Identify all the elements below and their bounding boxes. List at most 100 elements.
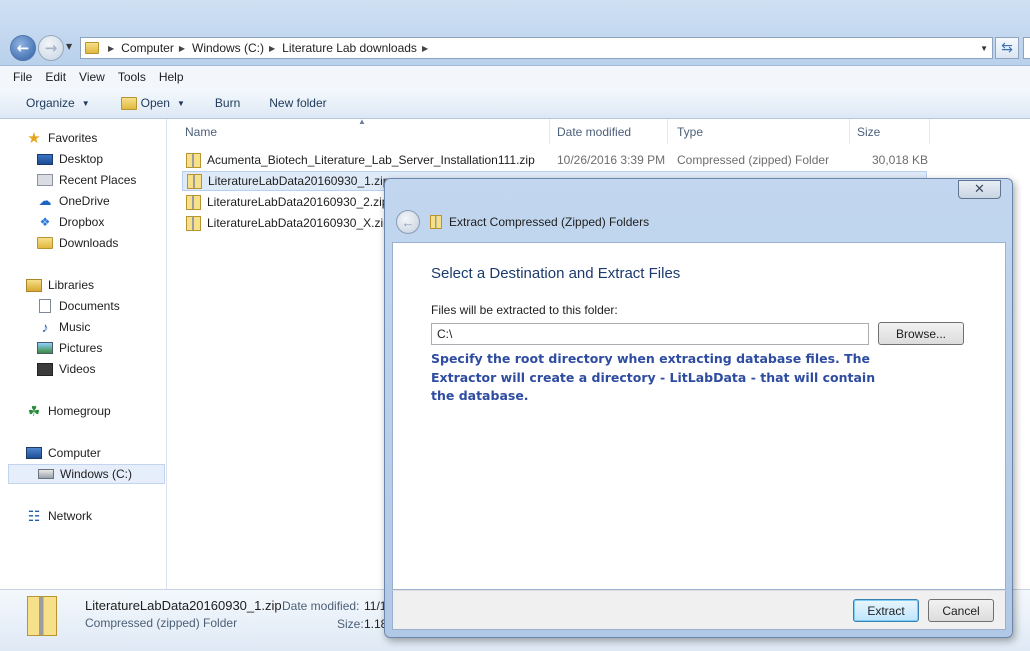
nav-item-pictures[interactable]: Pictures [37, 338, 102, 358]
nav-label: Computer [48, 446, 101, 460]
chevron-down-icon: ▼ [176, 98, 185, 108]
nav-label: Libraries [48, 278, 95, 292]
breadcrumb-computer[interactable]: Computer [121, 41, 174, 55]
nav-label: Favorites [48, 131, 98, 145]
details-filetype: Compressed (zipped) Folder [85, 616, 238, 630]
nav-computer[interactable]: Computer [26, 443, 101, 463]
dialog-header: ← Extract Compressed (Zipped) Folders [392, 202, 1006, 242]
breadcrumb-arrow-icon[interactable]: ▶ [422, 44, 428, 53]
zip-folder-icon [27, 596, 57, 636]
nav-item-onedrive[interactable]: ☁ OneDrive [37, 191, 110, 211]
nav-item-documents[interactable]: Documents [37, 296, 120, 316]
address-history-dropdown-icon[interactable]: ▼ [980, 44, 988, 53]
recent-pages-dropdown-icon[interactable]: ▼ [66, 42, 72, 51]
nav-item-recent-places[interactable]: Recent Places [37, 170, 136, 190]
dropbox-icon: ❖ [39, 215, 51, 229]
arrow-left-icon: ← [401, 214, 415, 230]
file-row[interactable]: Acumenta_Biotech_Literature_Lab_Server_I… [182, 150, 928, 170]
extract-button[interactable]: Extract [853, 599, 919, 622]
details-date-label: Date modified: [282, 599, 360, 613]
zip-folder-icon [187, 173, 202, 189]
menu-file[interactable]: File [13, 70, 32, 84]
column-label: Size [857, 124, 881, 139]
arrow-right-icon: → [44, 39, 58, 57]
open-button[interactable]: Open ▼ [120, 96, 185, 110]
nav-label: Dropbox [59, 215, 105, 229]
nav-label: Videos [59, 362, 96, 376]
open-label: Open [140, 96, 170, 110]
burn-button[interactable]: Burn [215, 96, 240, 110]
cancel-button[interactable]: Cancel [928, 599, 994, 622]
column-header-date[interactable]: Date modified [548, 119, 668, 144]
browse-button[interactable]: Browse... [878, 322, 964, 345]
hard-drive-icon [38, 469, 54, 479]
column-header-type[interactable]: Type [668, 119, 850, 144]
nav-homegroup[interactable]: ☘ Homegroup [26, 401, 111, 421]
nav-label: Documents [59, 299, 120, 313]
star-icon: ★ [27, 130, 41, 147]
nav-label: Homegroup [48, 404, 111, 418]
nav-item-desktop[interactable]: Desktop [37, 149, 103, 169]
dialog-content: Select a Destination and Extract Files F… [392, 242, 1006, 590]
menu-tools[interactable]: Tools [118, 70, 146, 84]
back-button[interactable]: ← [10, 35, 36, 61]
file-name: LiteratureLabData20160930_X.zip [207, 216, 390, 230]
new-folder-label: New folder [269, 96, 327, 110]
dialog-close-button[interactable]: ✕ [958, 180, 1001, 199]
nav-item-dropbox[interactable]: ❖ Dropbox [37, 212, 105, 232]
organize-button[interactable]: Organize ▼ [26, 96, 90, 110]
destination-path-input[interactable]: C:\ [431, 323, 869, 345]
search-input[interactable] [1023, 37, 1030, 59]
nav-item-downloads[interactable]: Downloads [37, 233, 118, 253]
nav-label: OneDrive [59, 194, 110, 208]
column-label: Name [185, 124, 218, 139]
zip-folder-icon [186, 215, 201, 231]
column-header-size[interactable]: Size [848, 119, 930, 144]
menu-help[interactable]: Help [159, 70, 184, 84]
file-type: Compressed (zipped) Folder [677, 153, 830, 167]
document-icon [39, 299, 51, 313]
nav-label: Windows (C:) [60, 467, 133, 481]
nav-label: Downloads [59, 236, 119, 250]
nav-libraries[interactable]: Libraries [26, 275, 94, 295]
cloud-icon: ☁ [38, 193, 52, 208]
command-bar: Organize ▼ Open ▼ Burn New folder [0, 88, 1030, 119]
address-toolbar: ← → ▼ ▶ Computer ▶ Windows (C:) ▶ Litera… [0, 0, 1030, 66]
breadcrumb-folder[interactable]: Literature Lab downloads [282, 41, 417, 55]
navigation-pane: ★ Favorites Desktop Recent Places ☁ OneD… [0, 119, 167, 589]
forward-button[interactable]: → [38, 35, 64, 61]
arrow-left-icon: ← [16, 39, 30, 57]
menu-view[interactable]: View [79, 70, 105, 84]
nav-label: Network [48, 509, 93, 523]
address-bar[interactable]: ▶ Computer ▶ Windows (C:) ▶ Literature L… [80, 37, 993, 59]
breadcrumb-drive[interactable]: Windows (C:) [192, 41, 264, 55]
breadcrumb-arrow-icon[interactable]: ▶ [179, 44, 185, 53]
dialog-window-title: Extract Compressed (Zipped) Folders [449, 215, 650, 229]
breadcrumb-arrow-icon[interactable]: ▶ [108, 44, 114, 53]
breadcrumb-arrow-icon[interactable]: ▶ [269, 44, 275, 53]
menu-bar: File Edit View Tools Help [0, 66, 1030, 88]
column-header-name[interactable]: Name [176, 119, 550, 144]
zip-folder-icon [186, 152, 201, 168]
burn-label: Burn [214, 96, 241, 110]
destination-label: Files will be extracted to this folder: [431, 303, 618, 317]
nav-item-videos[interactable]: Videos [37, 359, 95, 379]
refresh-button[interactable]: ⇆ [995, 37, 1019, 59]
nav-label: Pictures [59, 341, 103, 355]
nav-network[interactable]: ☷ Network [26, 506, 92, 526]
new-folder-button[interactable]: New folder [269, 96, 326, 110]
nav-label: Recent Places [59, 173, 137, 187]
zip-folder-icon [430, 215, 442, 229]
file-name: Acumenta_Biotech_Literature_Lab_Server_I… [207, 153, 535, 167]
dialog-back-button[interactable]: ← [396, 210, 420, 234]
nav-item-windows-c[interactable]: Windows (C:) [8, 464, 165, 484]
nav-favorites[interactable]: ★ Favorites [26, 128, 97, 148]
nav-label: Desktop [59, 152, 104, 166]
nav-item-music[interactable]: ♪ Music [37, 317, 91, 337]
chevron-down-icon: ▼ [81, 98, 90, 108]
music-note-icon: ♪ [41, 319, 49, 335]
organize-label: Organize [26, 96, 75, 110]
menu-edit[interactable]: Edit [45, 70, 66, 84]
file-name: LiteratureLabData20160930_1.zip [208, 174, 390, 188]
file-name: LiteratureLabData20160930_2.zip [207, 195, 389, 209]
